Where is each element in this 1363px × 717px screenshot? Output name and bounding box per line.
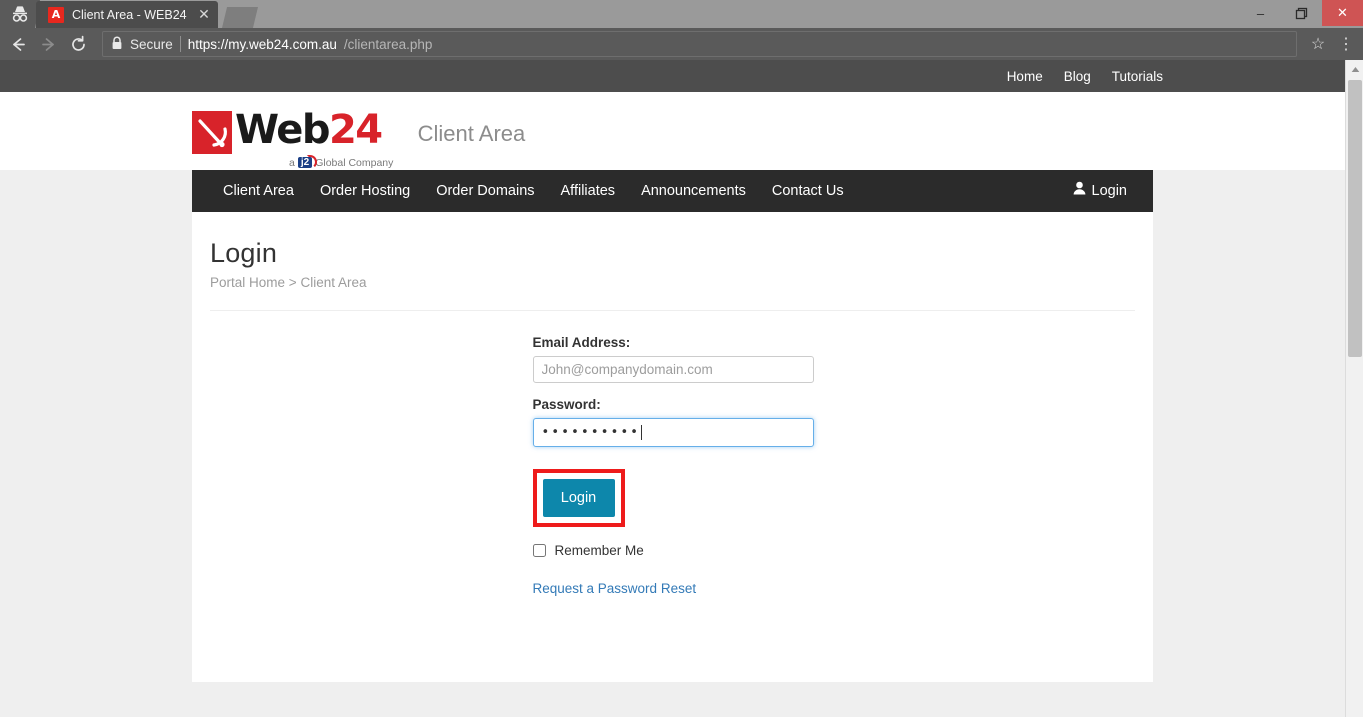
back-button[interactable] [4,30,32,58]
restore-button[interactable] [1281,0,1322,26]
address-bar[interactable]: Secure https://my.web24.com.au/clientare… [102,31,1297,57]
logo-mark-icon [192,110,232,154]
nav-login-label: Login [1091,183,1127,199]
page-title: Login [210,238,278,268]
url-path: /clientarea.php [343,36,433,52]
nav-item-contact-us[interactable]: Contact Us [759,170,857,212]
page-viewport: Home Blog Tutorials Web24 a j2 Global Co… [0,60,1363,717]
breadcrumb-separator: > [288,275,297,290]
logo-tagline: a j2 Global Company [289,155,394,169]
nav-item-client-area[interactable]: Client Area [210,170,307,212]
login-button-annotation: Login [532,469,625,527]
user-icon [1073,170,1086,212]
nav-item-order-domains[interactable]: Order Domains [423,170,547,212]
reload-button[interactable] [64,30,92,58]
site-logo[interactable]: Web24 a j2 Global Company [192,106,393,169]
topbar-link-home[interactable]: Home [1007,69,1043,84]
remember-me-group: Remember Me [532,543,813,558]
tab-favicon: A [48,6,64,23]
new-tab-button[interactable] [222,7,258,28]
minimize-button[interactable]: – [1240,0,1281,26]
breadcrumb: Portal Home > Client Area [210,275,1135,290]
topbar-link-blog[interactable]: Blog [1064,69,1091,84]
url-host: https://my.web24.com.au [187,36,337,52]
browser-window: A Client Area - WEB24 ✕ – ✕ Secure https… [0,0,1363,717]
browser-menu-icon[interactable]: ⋮ [1333,31,1359,57]
page-scrollbar[interactable] [1345,60,1363,717]
email-label: Email Address: [532,335,631,350]
window-controls: – ✕ [1240,0,1363,26]
browser-tab[interactable]: A Client Area - WEB24 ✕ [36,1,218,28]
browser-toolbar: Secure https://my.web24.com.au/clientare… [0,28,1363,60]
forward-button[interactable] [34,30,62,58]
lock-icon [111,36,123,53]
remember-me-checkbox[interactable] [532,544,546,557]
site-header: Web24 a j2 Global Company Client Area [0,92,1345,170]
site-section-label: Client Area [417,121,526,146]
email-field-group: Email Address: [532,335,814,383]
password-label: Password: [532,397,601,412]
login-submit-button[interactable]: Login [542,479,615,517]
logo-tagline-prefix: a [289,156,295,169]
scroll-up-arrow-icon[interactable] [1346,60,1363,78]
logo-word-24: 24 [328,106,383,153]
logo-tagline-suffix: Global Company [315,156,394,169]
tab-title: Client Area - WEB24 [72,7,187,22]
web-page: Home Blog Tutorials Web24 a j2 Global Co… [0,60,1345,717]
logo-word-web: Web [235,106,330,153]
nav-item-affiliates[interactable]: Affiliates [548,170,629,212]
nav-item-announcements[interactable]: Announcements [628,170,759,212]
j2-badge-icon: j2 [297,155,318,169]
text-caret [641,425,643,440]
breadcrumb-portal-home[interactable]: Portal Home [210,275,285,290]
remember-me-label: Remember Me [554,543,644,558]
main-navigation: Client Area Order Hosting Order Domains … [192,170,1153,212]
password-field-group: Password: •••••••••• [532,397,814,447]
password-input[interactable]: •••••••••• [532,418,814,447]
incognito-icon [0,0,40,28]
title-bar: A Client Area - WEB24 ✕ – ✕ [0,0,1363,28]
login-form: Email Address: Password: •••••••••• Logi [532,311,814,598]
content-wrapper: Login Portal Home > Client Area Email Ad… [0,212,1345,682]
email-input[interactable] [532,356,814,383]
password-reset-link[interactable]: Request a Password Reset [533,581,697,596]
security-status: Secure [130,36,173,52]
nav-item-order-hosting[interactable]: Order Hosting [307,170,423,212]
utility-topbar: Home Blog Tutorials [0,60,1345,92]
nav-item-login[interactable]: Login [1060,170,1135,212]
logo-wordmark: Web24 [235,106,383,153]
close-button[interactable]: ✕ [1322,0,1363,26]
password-masked-value: •••••••••• [541,425,641,440]
topbar-link-tutorials[interactable]: Tutorials [1112,69,1163,84]
scrollbar-thumb[interactable] [1348,80,1362,357]
tab-close-icon[interactable]: ✕ [196,6,212,23]
login-panel: Login Portal Home > Client Area Email Ad… [192,212,1153,682]
omnibox-divider [179,36,181,52]
breadcrumb-current: Client Area [300,275,367,290]
bookmark-star-icon[interactable]: ☆ [1305,31,1331,57]
